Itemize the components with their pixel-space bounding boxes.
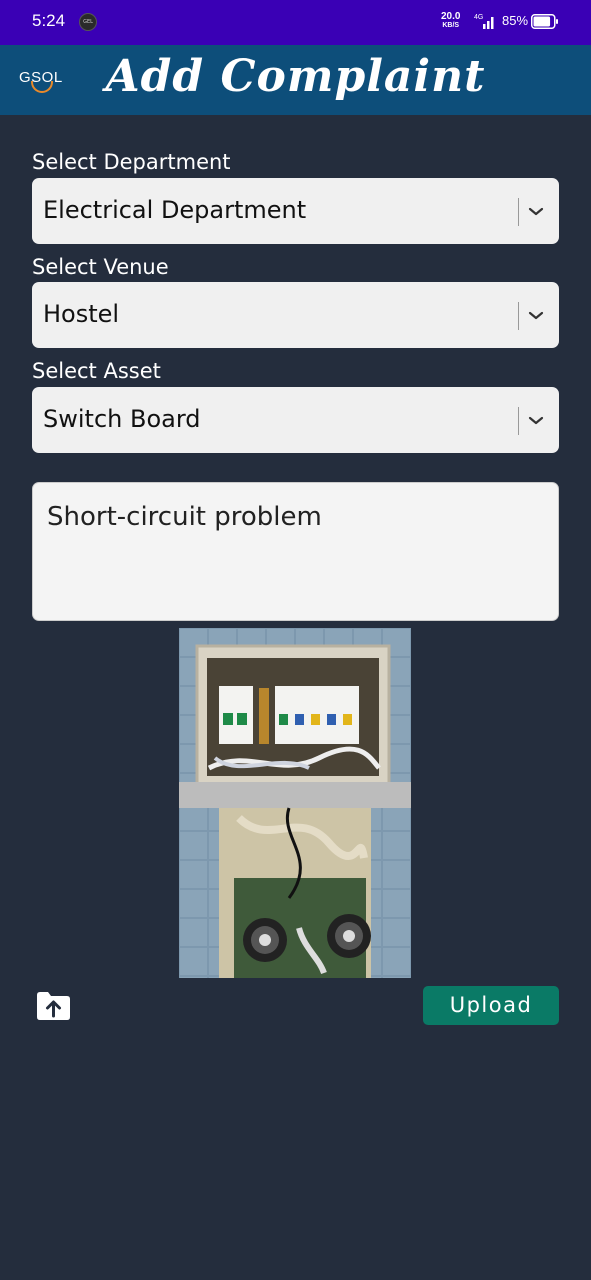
asset-label: Select Asset — [32, 359, 161, 383]
venue-dropdown[interactable]: Hostel — [32, 282, 559, 348]
upload-button[interactable]: Upload — [423, 986, 559, 1025]
signal-icon: 4G — [474, 14, 494, 29]
network-speed-unit: KB/S — [442, 22, 460, 29]
dropdown-divider — [518, 198, 519, 226]
complaint-description-input[interactable]: Short-circuit problem — [32, 482, 559, 621]
status-bar: 5:24 GEL 20.0 KB/S 4G 85% — [0, 0, 591, 45]
dropdown-divider — [518, 407, 519, 435]
chevron-down-icon — [528, 207, 544, 216]
app-bar: GSOL Add Complaint — [0, 45, 591, 115]
venue-selected-value: Hostel — [43, 300, 120, 328]
battery-icon — [531, 14, 558, 29]
folder-upload-icon[interactable] — [35, 989, 72, 1021]
status-time: 5:24 — [32, 11, 66, 30]
network-speed: 20.0 KB/S — [441, 12, 460, 30]
complaint-description-text: Short-circuit problem — [47, 502, 322, 532]
notification-icon: GEL — [79, 13, 97, 31]
asset-selected-value: Switch Board — [43, 405, 201, 433]
asset-dropdown[interactable]: Switch Board — [32, 387, 559, 453]
switch-board-photo — [179, 628, 411, 978]
chevron-down-icon — [528, 416, 544, 425]
department-selected-value: Electrical Department — [43, 196, 307, 224]
battery-percent: 85% — [502, 13, 529, 28]
battery-fill — [533, 16, 551, 27]
page-title: Add Complaint — [105, 51, 486, 102]
dropdown-divider — [518, 302, 519, 330]
attached-photo — [179, 628, 411, 978]
venue-label: Select Venue — [32, 255, 169, 279]
chevron-down-icon — [528, 311, 544, 320]
network-type: 4G — [474, 14, 483, 21]
department-dropdown[interactable]: Electrical Department — [32, 178, 559, 244]
department-label: Select Department — [32, 150, 231, 174]
